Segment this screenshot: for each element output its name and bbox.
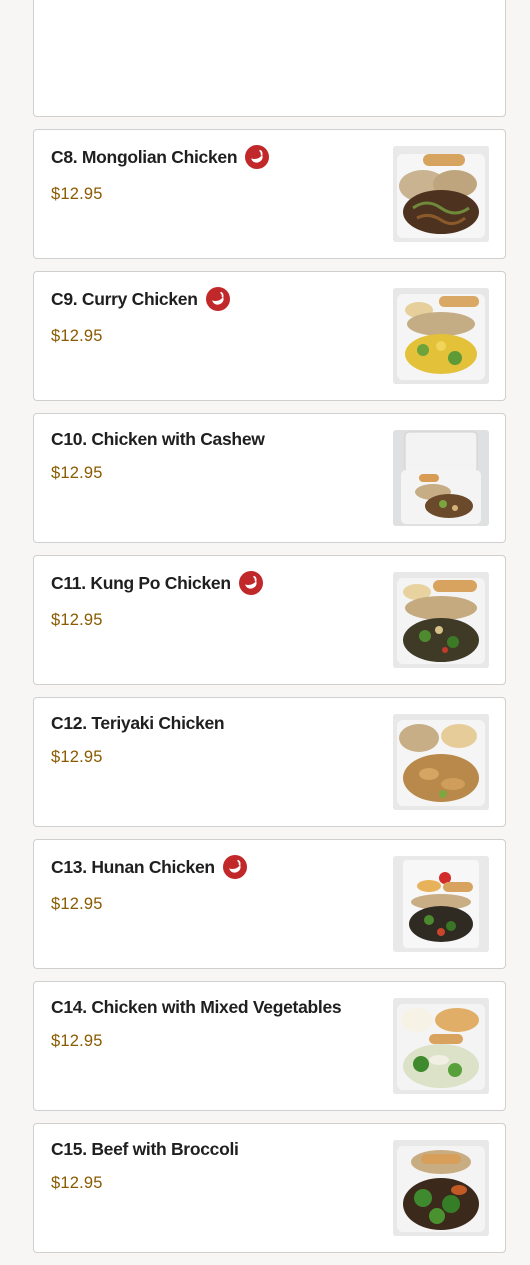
menu-item-card[interactable]: C10. Chicken with Cashew $12.95 [33,413,506,543]
menu-item-price: $12.95 [51,895,103,913]
menu-item-name: C14. Chicken with Mixed Vegetables [51,997,342,1017]
menu-item-card[interactable] [33,0,506,117]
menu-item-card[interactable]: C11. Kung Po Chicken $12.95 [33,555,506,685]
menu-item-card[interactable]: C8. Mongolian Chicken $12.95 [33,129,506,259]
menu-item-card[interactable]: C12. Teriyaki Chicken $12.95 [33,697,506,827]
menu-item-name: C11. Kung Po Chicken [51,572,231,593]
menu-item-price: $12.95 [51,1174,103,1192]
menu-item-name: C12. Teriyaki Chicken [51,713,225,733]
menu-item-title-row: C10. Chicken with Cashew [51,429,395,450]
mixed-vegetables-chicken-photo[interactable] [393,998,489,1094]
curry-chicken-photo[interactable] [393,288,489,384]
teriyaki-chicken-photo[interactable] [393,714,489,810]
menu-item-title-row: C14. Chicken with Mixed Vegetables [51,997,395,1018]
beef-broccoli-photo[interactable] [393,1140,489,1236]
menu-item-card[interactable]: C15. Beef with Broccoli $12.95 [33,1123,506,1253]
menu-item-price: $12.95 [51,611,103,629]
menu-item-name: C8. Mongolian Chicken [51,146,238,167]
menu-item-card[interactable]: C14. Chicken with Mixed Vegetables $12.95 [33,981,506,1111]
menu-item-name: C13. Hunan Chicken [51,856,215,877]
menu-item-title-row: C13. Hunan Chicken [51,855,395,879]
menu-item-price: $12.95 [51,748,103,766]
menu-item-title-row: C8. Mongolian Chicken [51,145,395,169]
spicy-pepper-icon [205,287,230,311]
menu-item-price: $12.95 [51,464,103,482]
menu-item-title-row: C12. Teriyaki Chicken [51,713,395,734]
spicy-pepper-icon [238,571,263,595]
menu-item-card[interactable]: C13. Hunan Chicken $12.95 [33,839,506,969]
menu-item-list: C8. Mongolian Chicken $12.95 C9. Curry Chi… [33,0,506,1265]
mongolian-chicken-photo[interactable] [393,146,489,242]
spicy-pepper-icon [222,855,247,879]
menu-item-price: $12.95 [51,185,103,203]
menu-item-name: C9. Curry Chicken [51,288,198,309]
menu-item-name: C15. Beef with Broccoli [51,1139,239,1159]
menu-item-price: $12.95 [51,327,103,345]
menu-item-title-row: C15. Beef with Broccoli [51,1139,395,1160]
kung-po-chicken-photo[interactable] [393,572,489,668]
menu-item-card[interactable]: C9. Curry Chicken $12.95 [33,271,506,401]
hunan-chicken-photo[interactable] [393,856,489,952]
spicy-pepper-icon [245,145,270,169]
menu-item-name: C10. Chicken with Cashew [51,429,265,449]
menu-item-price: $12.95 [51,1032,103,1050]
menu-item-title-row: C9. Curry Chicken [51,287,395,311]
cashew-chicken-photo[interactable] [393,430,489,526]
menu-item-title-row: C11. Kung Po Chicken [51,571,395,595]
